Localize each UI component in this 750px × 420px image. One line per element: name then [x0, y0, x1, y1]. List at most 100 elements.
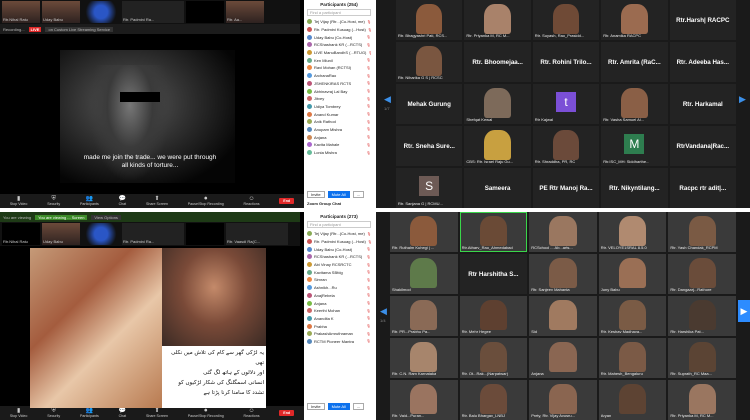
participant-tile[interactable]: Rtr. Nikyntilang...	[601, 168, 668, 208]
next-page-icon[interactable]: ▶	[739, 94, 746, 105]
toolbar-button-chat[interactable]: 💬 Chat	[119, 408, 127, 418]
group-chat-label[interactable]: Zoom Group Chat	[307, 201, 341, 206]
mic-muted-icon[interactable]: 🎙	[368, 28, 371, 32]
participant-tile[interactable]: Rtr. Harkamal	[669, 84, 736, 124]
participant-tile[interactable]: Rtr. Dangaarj...Rathore	[668, 254, 736, 294]
participant-row[interactable]: JSHENKIRAS RCTS 🎙	[307, 80, 371, 88]
participant-row[interactable]: Tej Vijay (Rtr...(Co-Host, me) 🎙	[307, 18, 371, 26]
video-thumbnail[interactable]	[82, 1, 120, 23]
participant-row[interactable]: Abi Vinay RCSRCTC 🎙	[307, 261, 371, 269]
mic-muted-icon[interactable]: 🎙	[367, 143, 371, 147]
participant-tile[interactable]: RtrVandana|Rac...	[669, 126, 736, 166]
participant-tile[interactable]: Rtr. Rohini Trilo...	[532, 42, 600, 82]
participant-tile[interactable]: CBS: Rtr. Israel Raju Gu...	[464, 126, 531, 166]
participant-tile[interactable]: Rtr. Bhoomejaa...	[464, 42, 531, 82]
mic-muted-icon[interactable]: 🎙	[367, 255, 371, 259]
participant-row[interactable]: AnajRebela 🎙	[307, 292, 371, 300]
stream-status[interactable]: on Custom Live Streaming Service	[45, 26, 114, 32]
participant-tile[interactable]: Mehak Gurung	[396, 84, 463, 124]
mic-muted-icon[interactable]: 🎙	[367, 316, 371, 320]
video-thumbnail[interactable]: Rtr. Vaasdi Ra(C...	[226, 223, 288, 245]
mic-muted-icon[interactable]: 🎙	[367, 58, 371, 62]
view-options-button[interactable]: View Options	[91, 214, 121, 220]
participant-tile[interactable]: Rtr. Priyanka M, RC M...	[464, 0, 531, 40]
participant-row[interactable]: Simran 🎙	[307, 276, 371, 284]
participant-row[interactable]: Udiya Tombrey 🎙	[307, 103, 371, 111]
participant-row[interactable]: Anjana 🎙	[307, 299, 371, 307]
participant-tile[interactable]: Rtr. Adeeba Has...	[669, 42, 736, 82]
mic-muted-icon[interactable]: 🎙	[367, 112, 371, 116]
participant-tile[interactable]: S Rtr. Sanjana G | RCMU...	[396, 168, 463, 208]
video-thumbnail[interactable]: Rtr.Nihal Ratu	[2, 223, 40, 245]
more-button[interactable]: ...	[352, 191, 365, 198]
participant-row[interactable]: Lonia Mishra 🎙	[307, 149, 371, 157]
mic-muted-icon[interactable]: 🎙	[367, 66, 371, 70]
mic-muted-icon[interactable]: 🎙	[367, 286, 371, 290]
toolbar-button-share[interactable]: ⬆ Share Screen	[146, 196, 168, 206]
participant-row[interactable]: Rtr. Padmini Kusuag (...Host) 🎙	[307, 238, 371, 246]
mic-muted-icon[interactable]: 🎙	[367, 104, 371, 108]
participant-row[interactable]: Anand Kumar 🎙	[307, 110, 371, 118]
participant-row[interactable]: Abhinavraj Lal Bay 🎙	[307, 87, 371, 95]
participant-tile[interactable]: t Rtr Kajwal	[532, 84, 600, 124]
participant-row[interactable]: RCTM Pioneer Mantra 🎙	[307, 338, 371, 346]
participant-tile[interactable]: Rtr. Keshav Madhava...	[598, 296, 667, 336]
participant-tile[interactable]: Racpc rtr adit|...	[669, 168, 736, 208]
participant-tile[interactable]: Rtr. Anamika RACPC	[601, 0, 668, 40]
participant-tile[interactable]: Sameera	[464, 168, 531, 208]
mic-muted-icon[interactable]: 🎙	[367, 20, 371, 24]
participant-tile[interactable]: Rtr. Mehr Hegee	[459, 296, 528, 336]
video-thumbnail[interactable]: Rtr. Padmini Ra...	[122, 223, 184, 245]
participant-row[interactable]: Anupam Mishra 🎙	[307, 126, 371, 134]
toolbar-button-video[interactable]: ▮ Stop Video	[10, 408, 28, 418]
participant-tile[interactable]: Rtr. Vasha Samuel Al...	[601, 84, 668, 124]
participant-row[interactable]: Prabha 🎙	[307, 322, 371, 330]
participant-row[interactable]: Keerthi Mohan 🎙	[307, 307, 371, 315]
participant-tile[interactable]: Rtr. Vaid...Puran...	[390, 380, 458, 420]
video-thumbnail[interactable]	[186, 1, 224, 23]
participant-tile[interactable]: Rtr. Suprath_RC Maa...	[668, 338, 736, 378]
participant-row[interactable]: Anik Rathod 🎙	[307, 118, 371, 126]
participant-row[interactable]: LIVE ManuBandhS (...RTUG) 🎙	[307, 49, 371, 57]
participant-tile[interactable]: Shakilmod	[390, 254, 458, 294]
mic-muted-icon[interactable]: 🎙	[367, 43, 371, 47]
video-thumbnail[interactable]: Rtr. Padmini Ra...	[122, 1, 184, 23]
mute-all-button[interactable]: Mute All	[327, 403, 350, 410]
participant-search-input[interactable]: Find a participant	[307, 221, 371, 228]
toolbar-button-record[interactable]: ⏺ Pause/Stop Recording	[188, 408, 224, 418]
participant-row[interactable]: Uday Babu (Co-Host) 🎙	[307, 33, 371, 41]
participant-row[interactable]: Anjana 🎙	[307, 133, 371, 141]
participant-tile[interactable]: M Rtr.ISC_MH: Siddharthe...	[601, 126, 668, 166]
participant-tile[interactable]: Rtr. Mahesh_Bengaluru	[598, 338, 667, 378]
toolbar-button-reaction[interactable]: ☺ Reactions	[244, 196, 260, 206]
invite-button[interactable]: Invite	[307, 191, 325, 198]
video-thumbnail[interactable]	[186, 223, 224, 245]
mute-all-button[interactable]: Mute All	[327, 191, 350, 198]
mic-muted-icon[interactable]: 🎙	[367, 339, 371, 343]
participant-search-input[interactable]: Find a participant	[307, 9, 371, 16]
mic-muted-icon[interactable]: 🎙	[367, 74, 371, 78]
participant-tile[interactable]: Rtr. Yash Chandak_RCPM	[668, 212, 736, 252]
mic-muted-icon[interactable]: 🎙	[367, 332, 371, 336]
participant-tile[interactable]: Rtr. Sneha Sure...	[396, 126, 463, 166]
participant-tile[interactable]: Anjana	[529, 338, 597, 378]
participant-tile[interactable]: Rtr. VELOYE1SRAL 8.5.0	[598, 212, 667, 252]
participant-row[interactable]: RCShashank KR (...RCTS) 🎙	[307, 41, 371, 49]
mic-muted-icon[interactable]: 🎙	[367, 120, 371, 124]
participant-tile[interactable]: Shefqat Kewal	[464, 84, 531, 124]
video-thumbnail[interactable]: Rtr. Aa...	[226, 1, 264, 23]
participant-tile[interactable]: Rtr. Ot...Rak...(Narpatwar)	[459, 338, 528, 378]
more-button[interactable]: ...	[352, 403, 365, 410]
mic-muted-icon[interactable]: 🎙	[367, 232, 371, 236]
video-thumbnail[interactable]: Uday Babu	[42, 1, 80, 23]
participant-tile[interactable]: Rtr. Sanjeev Mahanta	[529, 254, 597, 294]
participant-tile[interactable]: Rtr. Suyash, Rao_Prasidd...	[532, 0, 600, 40]
participant-tile[interactable]: PE Rtr Manoj Ra...	[532, 168, 600, 208]
mic-muted-icon[interactable]: 🎙	[367, 135, 371, 139]
video-thumbnail[interactable]	[82, 223, 120, 245]
participant-row[interactable]: Kavita Mahale 🎙	[307, 141, 371, 149]
toolbar-button-share[interactable]: ⬆ Share Screen	[146, 408, 168, 418]
toolbar-button-shield[interactable]: ⛨ Security	[47, 196, 60, 206]
mic-muted-icon[interactable]: 🎙	[367, 301, 371, 305]
participant-row[interactable]: Jitvey 🎙	[307, 95, 371, 103]
